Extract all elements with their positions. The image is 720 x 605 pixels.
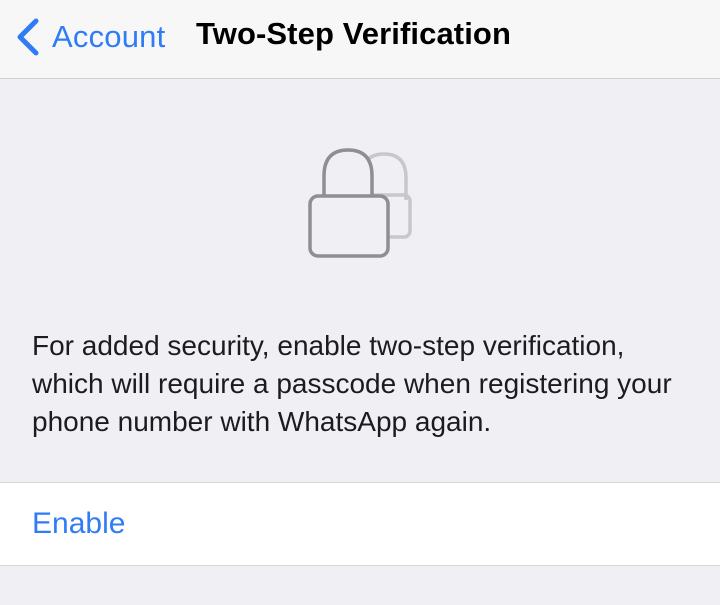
chevron-left-icon [17, 18, 39, 56]
navigation-bar: Account Two-Step Verification [0, 0, 720, 79]
enable-button[interactable]: Enable [0, 482, 720, 566]
back-button-label: Account [52, 19, 166, 54]
enable-button-label: Enable [32, 507, 126, 540]
description-text: For added security, enable two-step veri… [32, 330, 672, 437]
page-title: Two-Step Verification [196, 16, 512, 51]
lock-stack-icon [296, 140, 426, 265]
back-button[interactable]: Account [14, 14, 165, 60]
